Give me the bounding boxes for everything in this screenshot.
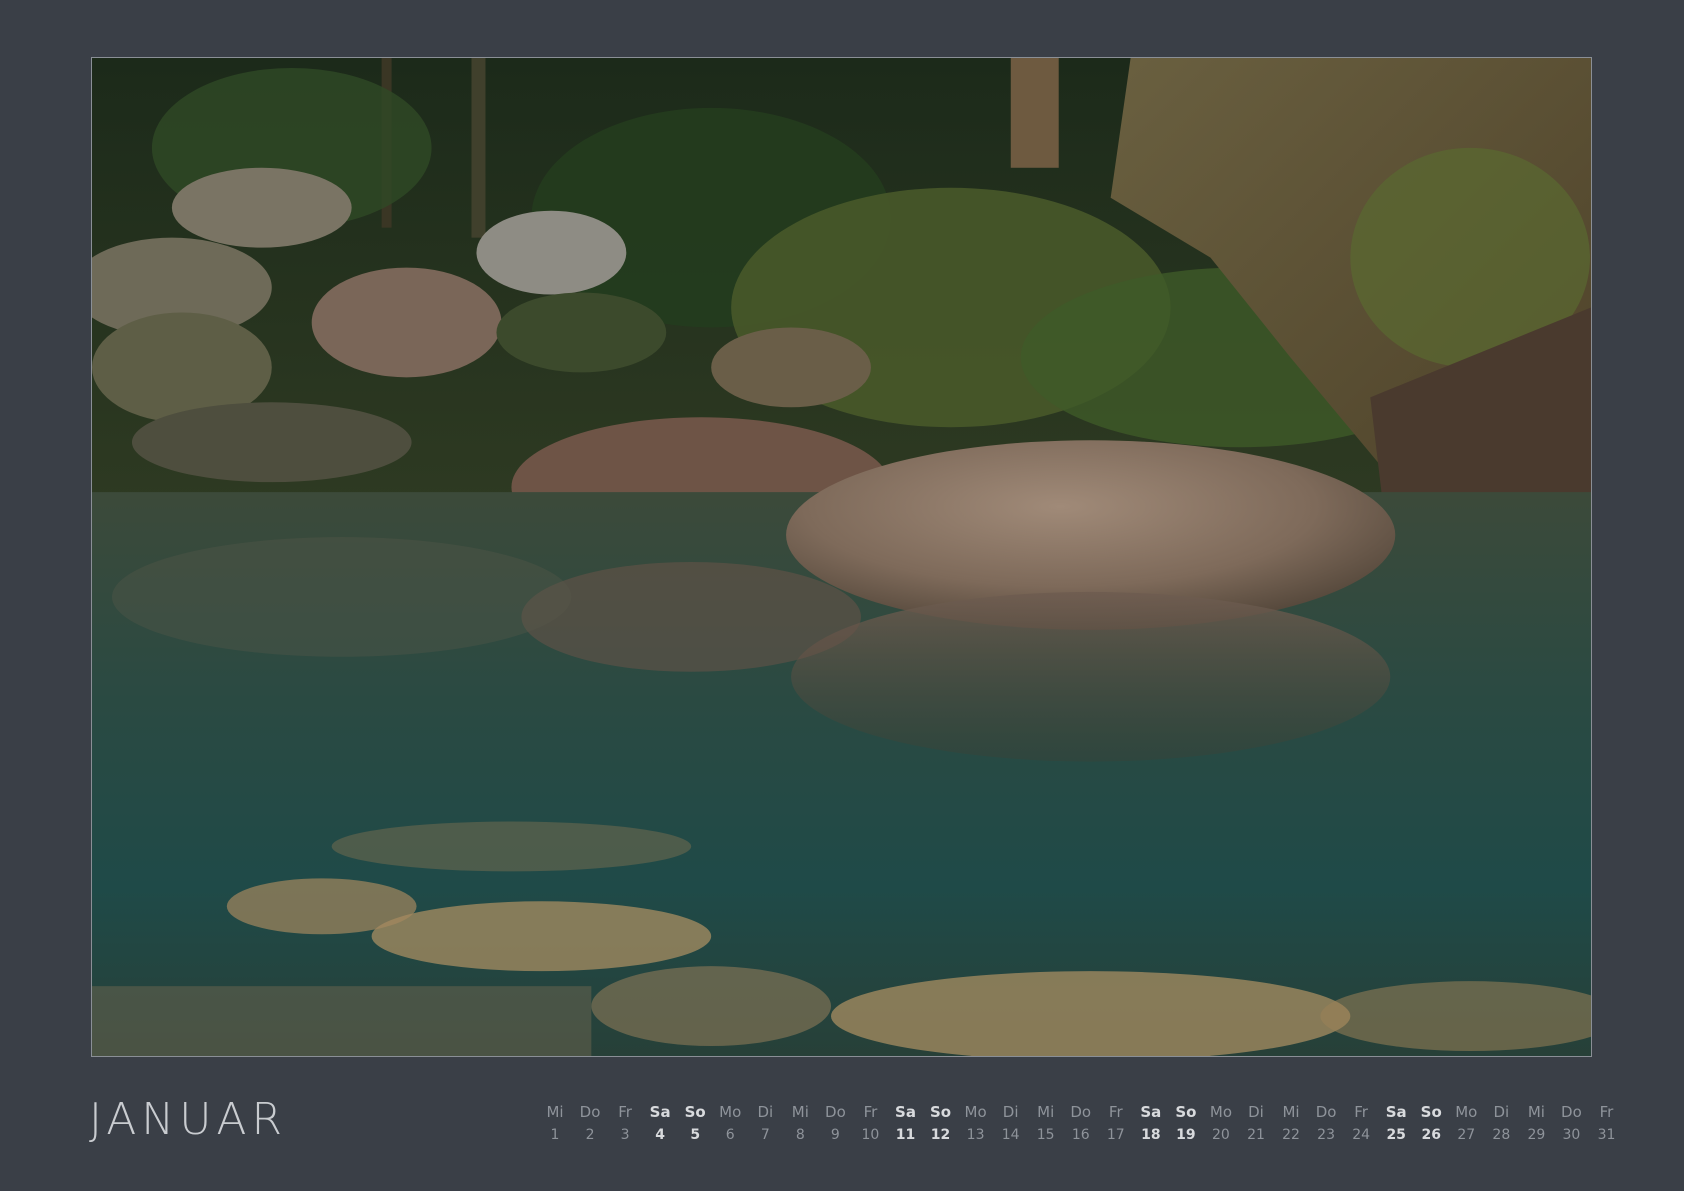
calendar-day-number: 23	[1317, 1127, 1335, 1143]
calendar-day-number: 16	[1071, 1127, 1090, 1143]
calendar-day-number: 11	[895, 1127, 916, 1143]
calendar-day: Fr 3	[605, 1103, 645, 1144]
calendar-day-number: 4	[655, 1127, 666, 1143]
calendar-day-number: 26	[1421, 1127, 1441, 1143]
calendar-weekday-label: Do	[1561, 1103, 1582, 1121]
calendar-day: Do 9	[815, 1103, 855, 1144]
calendar-day: Di 28	[1481, 1103, 1521, 1144]
calendar-weekday-label: Mi	[1037, 1103, 1055, 1121]
calendar-weekday-label: Sa	[649, 1103, 671, 1121]
calendar-weekday-label: Do	[1315, 1103, 1337, 1121]
calendar-weekday-label: Fr	[1108, 1103, 1123, 1121]
calendar-weekday-label: Do	[825, 1103, 846, 1121]
calendar-weekday-label: Mi	[1527, 1103, 1545, 1121]
calendar-weekday-label: Mi	[791, 1103, 809, 1121]
calendar-day-number: 2	[585, 1127, 595, 1143]
calendar-day-number: 5	[690, 1127, 701, 1143]
calendar-day-number: 30	[1562, 1127, 1581, 1143]
calendar-day-number: 22	[1282, 1127, 1300, 1143]
calendar-weekday-label: So	[1420, 1103, 1442, 1121]
calendar-day-number: 18	[1141, 1127, 1161, 1143]
calendar-weekday-label: So	[1175, 1103, 1197, 1121]
calendar-page: JANUAR Mi 1 Do 2 Fr 3 Sa 4 So 5 Mo 6 Di 7 Mi 8 Do 9 Fr 10 Sa…	[0, 0, 1684, 1191]
calendar-weekday-label: Fr	[1354, 1103, 1368, 1121]
landscape-photo	[91, 57, 1592, 1057]
calendar-weekday-label: Di	[1493, 1103, 1510, 1121]
calendar-day: Fr 17	[1096, 1103, 1136, 1144]
calendar-weekday-label: Mo	[1455, 1103, 1478, 1121]
calendar-day-number: 6	[725, 1127, 735, 1143]
calendar-weekday-label: Fr	[1599, 1103, 1614, 1121]
calendar-day: Do 30	[1551, 1103, 1591, 1144]
calendar-day-number: 14	[1001, 1127, 1020, 1143]
calendar-weekday-label: Sa	[1140, 1103, 1162, 1121]
calendar-day: Mo 13	[956, 1103, 996, 1144]
calendar-weekday-label: Mo	[1209, 1103, 1232, 1121]
calendar-day: Mo 27	[1446, 1103, 1486, 1144]
calendar-day: Mo 20	[1201, 1103, 1241, 1144]
calendar-day-number: 10	[861, 1127, 880, 1143]
calendar-day: Sa 18	[1131, 1103, 1171, 1144]
month-title: JANUAR	[89, 1094, 288, 1145]
calendar-day-number: 24	[1352, 1127, 1371, 1143]
calendar-day: Fr 10	[850, 1103, 890, 1144]
calendar-weekday-label: Mo	[964, 1103, 987, 1121]
calendar-day: So 26	[1411, 1103, 1451, 1144]
calendar-day: Sa 25	[1376, 1103, 1416, 1144]
calendar-day: Mi 15	[1026, 1103, 1066, 1144]
calendar-day: Fr 31	[1586, 1103, 1626, 1144]
calendar-day: Fr 24	[1341, 1103, 1381, 1144]
calendar-weekday-label: Fr	[618, 1103, 632, 1121]
calendar-day: Mi 8	[780, 1103, 820, 1144]
calendar-day-number: 8	[795, 1127, 805, 1143]
calendar-day: Mi 1	[535, 1103, 575, 1144]
calendar-weekday-label: So	[684, 1103, 706, 1121]
calendar-weekday-label: Di	[1248, 1103, 1264, 1121]
calendar-weekday-label: Di	[757, 1103, 774, 1121]
calendar-day-number: 29	[1527, 1127, 1546, 1143]
calendar-day: So 12	[921, 1103, 961, 1144]
calendar-day: Sa 4	[640, 1103, 680, 1144]
calendar-weekday-label: Fr	[863, 1103, 878, 1121]
forest-pool-photo	[92, 58, 1591, 1056]
calendar-weekday-label: Mo	[719, 1103, 742, 1121]
calendar-weekday-label: Mi	[1282, 1103, 1300, 1121]
calendar-day: Do 16	[1061, 1103, 1101, 1144]
calendar-day: Di 21	[1236, 1103, 1276, 1144]
calendar-strip: Mi 1 Do 2 Fr 3 Sa 4 So 5 Mo 6 Di 7 Mi 8 Do 9 Fr 10 Sa 11 So 12 M…	[540, 1103, 1615, 1153]
calendar-day-number: 21	[1247, 1127, 1265, 1143]
calendar-day-number: 19	[1176, 1127, 1196, 1143]
calendar-day: Di 7	[745, 1103, 785, 1144]
calendar-day: Mi 22	[1271, 1103, 1311, 1144]
calendar-day-number: 17	[1106, 1127, 1125, 1143]
calendar-weekday-label: Di	[1002, 1103, 1019, 1121]
calendar-weekday-label: Mi	[546, 1103, 564, 1121]
calendar-day: Di 14	[991, 1103, 1031, 1144]
calendar-day-number: 12	[930, 1127, 951, 1143]
calendar-weekday-label: Do	[1070, 1103, 1092, 1121]
calendar-day-number: 9	[830, 1127, 840, 1143]
calendar-day: So 5	[675, 1103, 715, 1144]
calendar-day-number: 15	[1036, 1127, 1055, 1143]
calendar-weekday-label: Do	[579, 1103, 601, 1121]
calendar-day-number: 7	[760, 1127, 770, 1143]
calendar-weekday-label: Sa	[895, 1103, 916, 1121]
calendar-day-number: 28	[1492, 1127, 1511, 1143]
calendar-day: Mi 29	[1516, 1103, 1556, 1144]
calendar-day-number: 31	[1597, 1127, 1616, 1143]
calendar-day: Sa 11	[885, 1103, 925, 1144]
calendar-weekday-label: Sa	[1385, 1103, 1407, 1121]
calendar-weekday-label: So	[929, 1103, 952, 1121]
calendar-day-number: 25	[1386, 1127, 1406, 1143]
calendar-day-number: 3	[620, 1127, 630, 1143]
calendar-day-number: 13	[966, 1127, 985, 1143]
calendar-day: Do 2	[570, 1103, 610, 1144]
calendar-day-number: 27	[1457, 1127, 1476, 1143]
calendar-day: Do 23	[1306, 1103, 1346, 1144]
calendar-day-number: 1	[550, 1127, 560, 1143]
calendar-day-number: 20	[1212, 1127, 1230, 1143]
calendar-day: So 19	[1166, 1103, 1206, 1144]
calendar-day: Mo 6	[710, 1103, 750, 1144]
